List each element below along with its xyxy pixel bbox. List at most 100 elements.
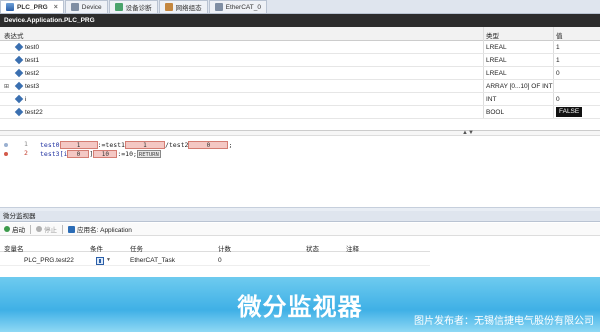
header-type[interactable]: 类型 [486,30,499,40]
line-number: 1 [24,140,28,148]
variable-icon [14,42,24,52]
application-label: 应用名: Application [77,227,132,234]
tab-label: PLC_PRG [17,3,48,11]
collapse-arrows-icon[interactable]: ▲▼ [462,130,474,136]
watch-row-test2[interactable]: test2 LREAL 0 [0,67,600,80]
tab-label: 设备诊断 [125,5,152,12]
code-token: :=test1 [97,140,125,149]
variable-icon [14,107,24,117]
inline-value-box[interactable]: 10 [93,149,118,158]
image-credit: 图片发布者：无锡信捷电气股份有限公司 [414,316,594,327]
monitor-task: EtherCAT_Task [130,257,176,264]
variable-name: i [25,95,27,103]
stop-icon [36,226,42,232]
toolbar-separator [62,224,63,234]
micro-monitor-toolbar: 启动 停止 应用名: Application [0,223,600,236]
monitor-variable: PLC_PRG.test22 [24,257,74,264]
breakpoint-marker-icon[interactable] [4,143,8,147]
watch-row-test22[interactable]: test22 BOOL FALSE [0,106,600,119]
variable-value[interactable]: 1 [556,44,560,51]
stop-button[interactable]: 停止 [36,224,57,234]
line-number: 2 [24,149,28,157]
variable-type: ARRAY [0...10] OF INT [486,82,553,90]
header-value[interactable]: 值 [556,30,563,40]
code-line-1[interactable]: test0 1 :=test1 1 /test2 0 ; [40,140,232,149]
inline-value-box[interactable]: 0 [188,140,229,149]
variable-type: LREAL [486,56,507,64]
watch-grid-header: 表达式 类型 值 [0,27,600,41]
code-token: ; [228,140,233,149]
monitor-count: 0 [218,257,222,264]
variable-value[interactable]: 1 [556,57,560,64]
play-icon [4,226,10,232]
variable-type: BOOL [486,108,505,116]
stop-label: 停止 [44,227,57,234]
variable-name: test3 [25,82,40,90]
diagnostics-icon [114,3,123,11]
chevron-down-icon[interactable]: ▼ [106,257,111,263]
inline-value-box[interactable]: 1 [124,140,165,149]
micro-monitor-title: 微分监视器 [0,211,600,222]
tab-diagnostics[interactable]: 设备诊断 [108,0,158,13]
variable-type: LREAL [486,69,507,77]
code-token: test0 [40,140,60,149]
editor-tab-bar: PLC_PRG × Device 设备诊断 网络组态 EtherCAT_0 [0,0,600,14]
close-icon[interactable]: × [54,4,58,11]
variable-icon [14,55,24,65]
variable-value[interactable]: 0 [556,96,560,103]
variable-type: INT [486,95,497,103]
variable-name: test1 [25,56,40,64]
watch-row-i[interactable]: i INT 0 [0,93,600,106]
header-comment[interactable]: 注释 [346,243,359,253]
header-variable[interactable]: 变量名 [4,243,24,253]
variable-type: LREAL [486,43,507,51]
variable-value[interactable]: 0 [556,70,560,77]
tab-device[interactable]: Device [64,0,108,13]
device-icon [70,3,79,11]
code-token: /test2 [164,140,189,149]
micro-monitor-table-header: 变量名 条件 任务 计数 状态 注释 [0,241,430,253]
variable-icon [14,81,24,91]
application-icon [68,225,75,233]
variable-name: test0 [25,43,40,51]
tab-label: 网络组态 [175,5,202,12]
variable-icon [14,68,24,78]
start-button[interactable]: 启动 [4,224,25,234]
header-expression[interactable]: 表达式 [4,30,24,40]
header-state[interactable]: 状态 [306,243,319,253]
ethercat-icon [214,3,223,11]
code-editor[interactable]: 1 test0 1 :=test1 1 /test2 0 ; 2 test3[i… [0,137,600,207]
rising-edge-icon[interactable] [96,257,104,265]
micro-monitor-row[interactable]: PLC_PRG.test22 ▼ EtherCAT_Task 0 [0,254,430,266]
watch-row-test0[interactable]: test0 LREAL 1 [0,41,600,54]
tab-network[interactable]: 网络组态 [158,0,208,13]
variable-name: test22 [25,108,43,116]
watch-row-test1[interactable]: test1 LREAL 1 [0,54,600,67]
inline-value-box[interactable]: 0 [67,149,90,158]
tab-plc-prg[interactable]: PLC_PRG × [0,0,64,13]
variable-icon [14,94,24,104]
program-icon [6,3,14,11]
variable-value-false-badge[interactable]: FALSE [556,107,583,117]
header-condition[interactable]: 条件 [90,243,103,253]
instance-path: Device.Application.PLC_PRG [0,14,600,27]
variable-name: test2 [25,69,40,77]
header-task[interactable]: 任务 [130,243,143,253]
code-token: test3[i [40,149,68,158]
breakpoint-marker-icon[interactable] [4,152,8,156]
return-marker: RETURN [136,149,161,158]
tab-ethercat[interactable]: EtherCAT_0 [208,0,267,13]
inline-value-box[interactable]: 1 [59,140,98,149]
header-count[interactable]: 计数 [218,243,231,253]
pane-splitter[interactable]: ▲▼ [0,130,600,136]
network-icon [164,3,173,11]
tab-label: Device [81,3,102,11]
code-token: :=10; [117,149,137,158]
start-label: 启动 [12,227,25,234]
code-line-2[interactable]: test3[i 0 ] 10 :=10; RETURN [40,149,161,158]
expand-plus-icon[interactable]: ⊞ [4,83,9,90]
watch-row-test3[interactable]: ⊞ test3 ARRAY [0...10] OF INT [0,80,600,93]
application-selector[interactable]: 应用名: Application [68,224,132,234]
tab-label: EtherCAT_0 [225,3,261,11]
toolbar-separator [30,224,31,234]
